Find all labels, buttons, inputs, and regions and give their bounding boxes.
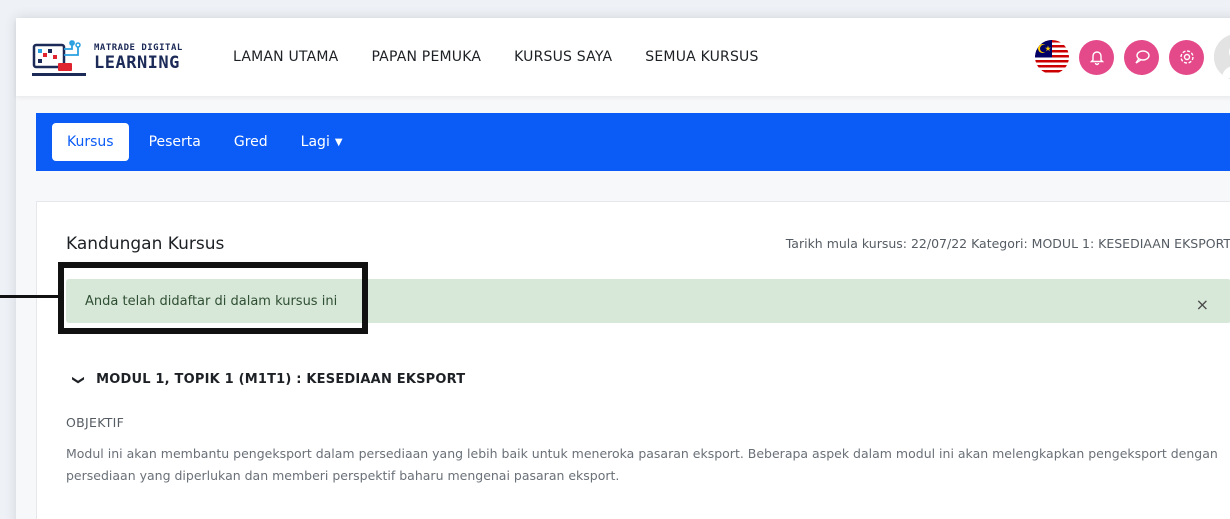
primary-nav: LAMAN UTAMA PAPAN PEMUKA KURSUS SAYA SEM… (233, 18, 792, 96)
logo-subtitle: MATRADE DIGITAL (94, 43, 183, 53)
section-toggle[interactable]: ❯ MODUL 1, TOPIK 1 (M1T1) : KESEDIAAN EK… (72, 372, 466, 387)
nav-papan-pemuka[interactable]: PAPAN PEMUKA (371, 49, 481, 65)
site-logo[interactable]: MATRADE DIGITAL LEARNING (32, 32, 192, 84)
tab-lagi[interactable]: Lagi ▼ (301, 134, 343, 150)
bell-icon (1089, 51, 1104, 66)
objective-text: Modul ini akan membantu pengeksport dala… (66, 446, 1218, 483)
page-title: Kandungan Kursus (66, 234, 225, 254)
callout-highlight-box (58, 262, 368, 334)
callout-line (0, 295, 61, 298)
nav-semua-kursus[interactable]: SEMUA KURSUS (645, 49, 758, 65)
logo-title: LEARNING (94, 53, 180, 73)
section-title: MODUL 1, TOPIK 1 (M1T1) : KESEDIAAN EKSP… (96, 372, 466, 387)
chevron-down-icon: ▼ (334, 136, 343, 148)
course-meta: Tarikh mula kursus: 22/07/22 Kategori: M… (785, 236, 1230, 251)
tab-kursus[interactable]: Kursus (52, 123, 129, 161)
settings-button[interactable] (1169, 39, 1204, 75)
notifications-button[interactable] (1079, 39, 1114, 75)
logo-icon (32, 40, 86, 76)
nav-laman-utama[interactable]: LAMAN UTAMA (233, 49, 338, 65)
gear-icon (1179, 50, 1194, 64)
tab-gred[interactable]: Gred (234, 134, 268, 150)
messages-button[interactable] (1124, 39, 1159, 75)
chat-icon (1134, 50, 1150, 64)
nav-kursus-saya[interactable]: KURSUS SAYA (514, 49, 612, 65)
top-navbar: MATRADE DIGITAL LEARNING LAMAN UTAMA PAP… (16, 18, 1230, 96)
chevron-down-icon: ❯ (72, 374, 87, 385)
navbar-actions (1035, 18, 1230, 96)
course-secondary-nav: Kursus Peserta Gred Lagi ▼ (36, 113, 1230, 171)
tab-peserta[interactable]: Peserta (149, 134, 201, 150)
malaysia-flag-icon[interactable] (1035, 40, 1069, 74)
course-content-card: Kandungan Kursus Tarikh mula kursus: 22/… (36, 201, 1230, 519)
user-avatar[interactable] (1214, 34, 1230, 80)
tab-lagi-label: Lagi (300, 134, 330, 150)
objective-label: OBJEKTIF (66, 415, 125, 430)
close-icon[interactable]: × (1196, 295, 1209, 314)
